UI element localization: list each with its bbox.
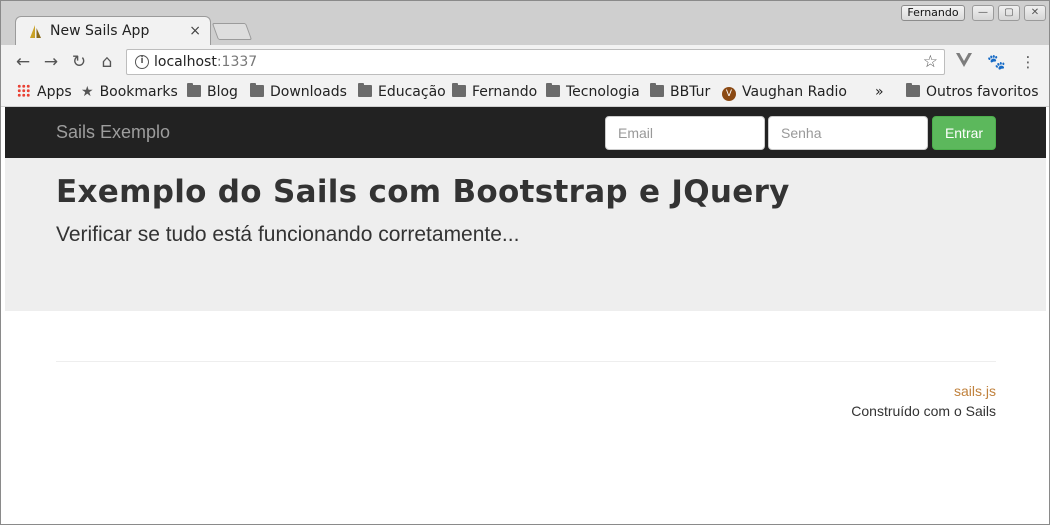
bookmark-label: BBTur <box>670 84 711 100</box>
bookmark-outros-favoritos[interactable]: Outros favoritos <box>906 83 1039 102</box>
tab-title: New Sails App <box>50 23 150 39</box>
bookmark-label: Outros favoritos <box>926 84 1039 100</box>
bookmark-vaughan-radio[interactable]: V Vaughan Radio <box>722 84 847 102</box>
bookmark-tecnologia[interactable]: Tecnologia <box>546 83 640 102</box>
folder-icon <box>546 83 560 97</box>
page-lead: Verificar se tudo está funcionando corre… <box>56 223 520 246</box>
bookmark-label: Apps <box>37 84 72 100</box>
close-window-icon[interactable]: ✕ <box>1024 5 1046 21</box>
folder-icon <box>187 83 201 97</box>
page-title: Exemplo do Sails com Bootstrap e JQuery <box>56 174 790 210</box>
address-url: localhost:1337 <box>154 54 257 70</box>
forward-icon[interactable]: → <box>41 52 61 72</box>
jumbotron: Exemplo do Sails com Bootstrap e JQuery … <box>5 158 1046 311</box>
sails-logo-icon <box>30 25 41 38</box>
bookmark-apps[interactable]: Apps <box>17 84 72 102</box>
bookmark-label: Tecnologia <box>566 84 640 100</box>
folder-icon <box>250 83 264 97</box>
login-button[interactable]: Entrar <box>932 116 996 150</box>
new-tab-button[interactable] <box>211 23 253 40</box>
bookmark-label: Blog <box>207 84 238 100</box>
star-icon: ★ <box>81 84 94 100</box>
bookmark-downloads[interactable]: Downloads <box>250 83 347 102</box>
footer-divider <box>56 361 996 362</box>
site-info-icon[interactable]: i <box>135 55 149 69</box>
folder-icon <box>650 83 664 97</box>
vue-devtools-icon[interactable] <box>955 53 973 71</box>
close-tab-icon[interactable]: × <box>189 23 201 39</box>
bookmarks-bar: Apps ★ Bookmarks Blog Downloads Educação … <box>1 79 1049 107</box>
address-host: localhost <box>154 54 217 70</box>
site-navbar: Sails Exemplo Email Senha Entrar <box>5 107 1046 158</box>
footer-credit: Construído com o Sails <box>851 403 996 419</box>
bookmark-educacao[interactable]: Educação <box>358 83 446 102</box>
address-port: :1337 <box>216 54 258 70</box>
tab-new-sails-app[interactable]: New Sails App × <box>15 16 211 46</box>
apps-grid-icon <box>17 84 30 97</box>
bookmark-blog[interactable]: Blog <box>187 83 238 102</box>
bookmark-label: Educação <box>378 84 446 100</box>
bookmark-fernando[interactable]: Fernando <box>452 83 538 102</box>
minimize-icon[interactable]: — <box>972 5 994 21</box>
folder-icon <box>906 83 920 97</box>
maximize-icon[interactable]: ▢ <box>998 5 1020 21</box>
title-bar: New Sails App × Fernando — ▢ ✕ <box>1 1 1049 46</box>
bookmark-label: Vaughan Radio <box>742 84 847 100</box>
password-input[interactable]: Senha <box>768 116 928 150</box>
bookmark-label: Downloads <box>270 84 347 100</box>
browser-toolbar: ← → ↻ ⌂ i localhost:1337 ☆ 🐾 ⋮ <box>1 45 1049 79</box>
folder-icon <box>452 83 466 97</box>
bookmark-bbtur[interactable]: BBTur <box>650 83 711 102</box>
bookmark-bookmarks[interactable]: ★ Bookmarks <box>81 84 178 102</box>
gimp-extension-icon[interactable]: 🐾 <box>987 53 1006 71</box>
profile-button[interactable]: Fernando <box>901 5 965 21</box>
reload-icon[interactable]: ↻ <box>69 52 89 72</box>
vaughan-radio-icon: V <box>722 87 736 101</box>
bookmark-label: Fernando <box>472 84 538 100</box>
bookmarks-overflow-icon[interactable]: » <box>875 84 884 102</box>
menu-icon[interactable]: ⋮ <box>1019 53 1037 71</box>
home-icon[interactable]: ⌂ <box>97 52 117 72</box>
back-icon[interactable]: ← <box>13 52 33 72</box>
bookmark-star-icon[interactable]: ☆ <box>923 52 938 72</box>
address-bar[interactable]: i localhost:1337 ☆ <box>126 49 945 75</box>
bookmark-label: Bookmarks <box>99 84 178 100</box>
sails-link[interactable]: sails.js <box>954 383 996 399</box>
browser-window: New Sails App × Fernando — ▢ ✕ ← → ↻ ⌂ i… <box>0 0 1050 525</box>
folder-icon <box>358 83 372 97</box>
page-viewport: Sails Exemplo Email Senha Entrar Exemplo… <box>5 107 1046 522</box>
email-input[interactable]: Email <box>605 116 765 150</box>
navbar-brand[interactable]: Sails Exemplo <box>56 122 170 143</box>
